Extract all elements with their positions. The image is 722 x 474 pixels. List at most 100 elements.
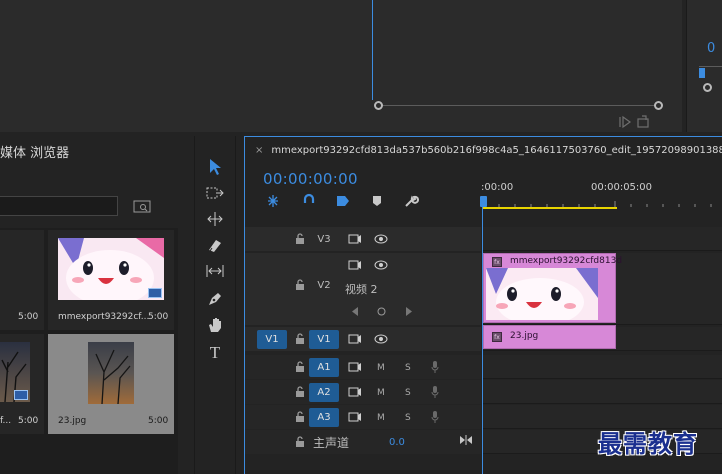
lock-icon[interactable] [295,436,305,450]
meter-bar [699,66,722,67]
media-duration: 5:00 [148,312,169,322]
media-duration: 5:00 [18,312,39,322]
track-target-v1[interactable]: V1 [309,330,339,349]
meter-value: 0 [707,41,716,56]
track-target-a3[interactable]: A3 [309,408,339,427]
media-item[interactable]: mmexport93292cf... 5:00 [48,230,174,330]
clip-thumbnail [486,268,598,320]
track-header-master[interactable] [245,430,481,454]
media-label: mmexport93292cf... [58,312,150,322]
source-patch-v1[interactable]: V1 [257,330,287,349]
hand-tool-icon[interactable] [204,314,226,336]
meter-marker [699,68,705,78]
master-track-label: 主声道 [313,436,350,450]
zoom-handle-left[interactable] [374,101,383,110]
sync-lock-icon[interactable] [345,329,365,349]
master-volume-value[interactable]: 0.0 [389,437,405,448]
razor-tool-icon[interactable] [204,234,226,256]
sync-lock-icon[interactable] [345,357,365,377]
sync-lock-icon[interactable] [345,407,365,427]
type-tool-icon[interactable]: T [204,342,226,364]
track-select-tool-icon[interactable] [204,182,226,204]
program-monitor[interactable] [0,0,682,132]
microphone-icon[interactable] [431,411,439,426]
lock-icon[interactable] [295,386,305,400]
sequence-name: mmexport93292cfd813da537b560b216f998c4a5… [271,145,722,156]
media-label: f... [0,416,12,426]
media-search-input[interactable] [0,196,118,216]
lock-icon[interactable] [295,333,305,347]
eye-icon[interactable] [371,329,391,349]
mute-button[interactable]: M [377,363,385,373]
eye-icon[interactable] [371,229,391,249]
lock-icon[interactable] [295,361,305,375]
next-keyframe-icon[interactable] [405,307,413,319]
lock-icon[interactable] [295,233,305,247]
slip-tool-icon[interactable] [204,260,226,282]
fx-badge: fx [492,257,502,267]
track-target-v3[interactable]: V3 [309,230,339,249]
track-target-a1[interactable]: A1 [309,358,339,377]
lock-icon[interactable] [295,411,305,425]
selection-tool-icon[interactable] [204,156,226,178]
video-clip[interactable]: fx mmexport93292cfd813d [483,253,622,323]
image-clip[interactable]: fx 23.jpg [483,325,616,349]
microphone-icon[interactable] [431,361,439,376]
sync-lock-icon[interactable] [345,229,365,249]
solo-button[interactable]: S [405,388,411,398]
sync-lock-icon[interactable] [345,382,365,402]
go-to-edit-point-icon[interactable] [459,435,473,448]
wrench-icon[interactable] [403,193,419,209]
playhead[interactable] [480,196,487,207]
track-target-a2[interactable]: A2 [309,383,339,402]
clip-title: mmexport93292cfd813d [510,256,623,266]
add-keyframe-icon[interactable] [377,307,386,319]
eye-icon[interactable] [371,255,391,275]
playhead-line [482,207,483,474]
track-lane-a2[interactable] [482,380,722,404]
sequence-tab[interactable]: × mmexport93292cfd813da537b560b216f998c4a… [255,145,722,156]
media-browser-title: 媒体 浏览器 [0,146,70,161]
snap-icon[interactable] [301,193,317,209]
media-duration: 5:00 [148,416,169,426]
linked-selection-icon[interactable] [335,193,351,209]
add-marker-icon[interactable] [369,193,385,209]
media-item[interactable]: 5:00 [0,230,44,330]
media-thumbnail [88,342,134,404]
time-ruler[interactable]: :00:00 00:00:05:00 [481,177,722,211]
microphone-icon[interactable] [431,386,439,401]
zoom-handle-right[interactable] [654,101,663,110]
media-thumbnail [58,238,164,300]
media-item[interactable]: f... 5:00 [0,334,44,434]
tools-panel: T [194,136,236,474]
pen-tool-icon[interactable] [204,288,226,310]
track-lane-a1[interactable] [482,355,722,379]
close-tab-icon[interactable]: × [255,145,263,156]
solo-button[interactable]: S [405,413,411,423]
sync-lock-icon[interactable] [345,255,365,275]
media-duration: 5:00 [18,416,39,426]
mute-button[interactable]: M [377,388,385,398]
mute-button[interactable]: M [377,413,385,423]
track-target-v2[interactable]: V2 [309,276,339,295]
track-name-v2: 视频 2 [345,283,378,296]
solo-button[interactable]: S [405,363,411,373]
audio-meter-panel: 0 [686,0,722,132]
work-area-bar[interactable] [483,207,617,209]
meter-handle[interactable] [703,83,712,92]
monitor-zoom-bar[interactable] [378,105,660,106]
media-label: 23.jpg [58,416,87,426]
lock-icon[interactable] [295,279,305,293]
folder-icon[interactable] [132,198,152,214]
watermark-logo: 最需教育 [598,429,698,458]
timecode-display[interactable]: 00:00:00:00 [263,170,358,188]
track-lane-v3[interactable] [482,227,722,251]
ripple-edit-tool-icon[interactable] [204,208,226,230]
sequence-badge-icon [148,288,162,298]
monitor-playhead-line [372,0,373,100]
nest-icon[interactable] [265,193,281,209]
media-item-selected[interactable]: 23.jpg 5:00 [48,334,174,434]
export-frame-icon[interactable] [618,114,652,130]
sequence-badge-icon [14,390,28,400]
prev-keyframe-icon[interactable] [351,307,359,319]
